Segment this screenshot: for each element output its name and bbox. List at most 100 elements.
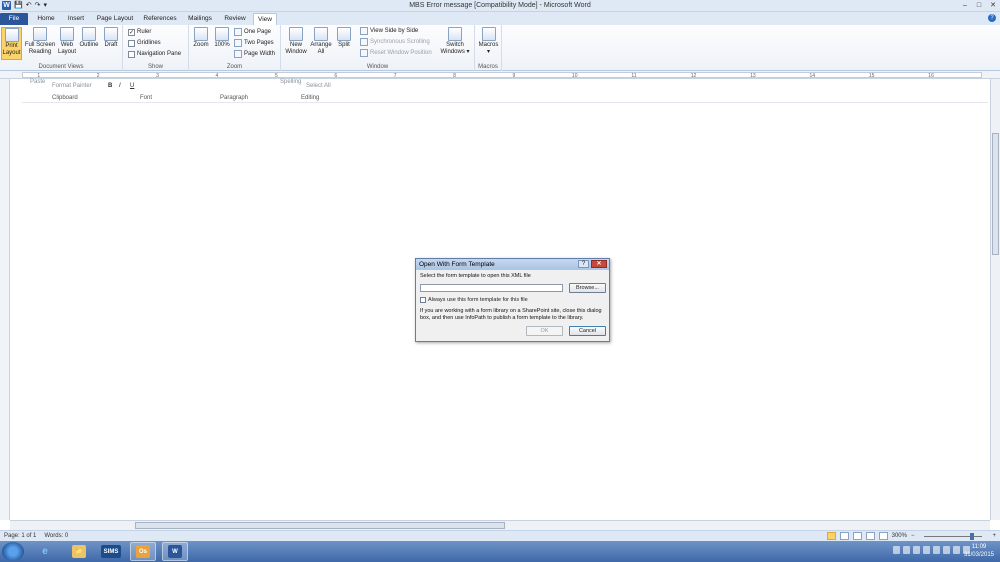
macros-button[interactable]: Macros ▾ — [478, 27, 499, 56]
taskbar: e 📁 SIMS Os W 11:09 31/03/2015 — [0, 541, 1000, 562]
full-screen-reading-button[interactable]: Full Screen Reading — [24, 27, 56, 56]
page-width-button[interactable]: Page Width — [234, 49, 275, 59]
tray-antivirus-icon[interactable] — [923, 546, 930, 554]
vertical-scrollbar[interactable] — [990, 79, 1000, 520]
tab-review[interactable]: Review — [221, 13, 249, 25]
minimize-button[interactable]: – — [958, 0, 972, 11]
macros-icon — [481, 27, 496, 41]
draft-button[interactable]: Draft — [101, 27, 121, 49]
web-layout-view-icon[interactable] — [852, 532, 862, 540]
reset-window-position-label: Reset Window Position — [370, 50, 432, 56]
maximize-button[interactable]: □ — [972, 0, 986, 11]
horizontal-scrollbar[interactable] — [10, 520, 990, 530]
zoom-out-icon[interactable]: − — [911, 531, 915, 541]
horizontal-ruler[interactable]: 1 2 3 4 5 6 7 8 9 10 11 12 13 14 15 16 — [0, 71, 1000, 79]
one-page-icon — [234, 28, 242, 36]
window-label: Window — [366, 64, 389, 70]
taskbar-internet-explorer[interactable]: e — [32, 542, 58, 561]
reset-window-position-icon — [360, 49, 368, 57]
draft-view-icon[interactable] — [878, 532, 888, 540]
tab-file[interactable]: File — [0, 13, 28, 25]
reset-window-position-button[interactable]: Reset Window Position — [360, 48, 432, 58]
tab-view[interactable]: View — [253, 13, 277, 25]
taskbar-outlook[interactable]: Os — [130, 542, 156, 561]
tray-sync-icon[interactable] — [953, 546, 960, 554]
macros-button-label: Macros ▾ — [478, 42, 499, 55]
open-with-form-template-dialog: Open With Form Template ? ✕ Select the f… — [415, 258, 610, 342]
view-side-by-side-icon — [360, 27, 368, 35]
outline-view-icon[interactable] — [865, 532, 875, 540]
two-pages-button[interactable]: Two Pages — [234, 38, 274, 48]
outline-button[interactable]: Outline — [78, 27, 100, 49]
folder-icon: 📁 — [72, 545, 86, 558]
always-use-checkbox[interactable]: Always use this form template for this f… — [420, 297, 528, 303]
zoom-button[interactable]: Zoom — [192, 27, 210, 49]
tab-insert[interactable]: Insert — [62, 13, 90, 25]
browse-button[interactable]: Browse... — [569, 283, 606, 293]
group-zoom: Zoom 100% One Page Two Pages Page Width … — [189, 25, 281, 71]
system-tray — [893, 546, 970, 554]
view-side-by-side-button[interactable]: View Side by Side — [360, 26, 418, 36]
ruler-checkbox[interactable]: ✓ Ruler — [128, 27, 151, 37]
tab-page-layout[interactable]: Page Layout — [94, 13, 136, 25]
word-count[interactable]: Words: 0 — [44, 531, 68, 541]
ghost-italic: I — [119, 83, 121, 89]
print-layout-button[interactable]: Print Layout — [1, 27, 22, 60]
form-template-path-input[interactable] — [420, 284, 563, 292]
zoom-level[interactable]: 300% — [892, 531, 907, 541]
tray-volume-icon[interactable] — [913, 546, 920, 554]
full-screen-view-icon[interactable] — [839, 532, 849, 540]
tray-network-icon[interactable] — [903, 546, 910, 554]
cancel-button[interactable]: Cancel — [569, 326, 606, 336]
taskbar-word[interactable]: W — [162, 542, 188, 561]
taskbar-sims[interactable]: SIMS — [98, 542, 124, 561]
taskbar-explorer[interactable]: 📁 — [66, 542, 92, 561]
switch-windows-button[interactable]: Switch Windows ▾ — [439, 27, 471, 56]
tab-references[interactable]: References — [141, 13, 179, 25]
clock-date: 31/03/2015 — [963, 552, 994, 558]
dialog-close-button[interactable]: ✕ — [591, 260, 607, 268]
synchronous-scrolling-button[interactable]: Synchronous Scrolling — [360, 37, 430, 47]
tray-flag-icon[interactable] — [893, 546, 900, 554]
tray-battery-icon[interactable] — [943, 546, 950, 554]
navigation-pane-checkbox[interactable]: Navigation Pane — [128, 49, 181, 59]
split-button[interactable]: Split — [335, 27, 353, 49]
print-layout-view-icon[interactable] — [826, 532, 836, 540]
ok-button[interactable]: OK — [526, 326, 563, 336]
dialog-info-text: If you are working with a form library o… — [420, 308, 602, 321]
arrange-all-label: Arrange All — [310, 42, 332, 55]
horizontal-scroll-thumb[interactable] — [135, 522, 505, 529]
tab-mailings[interactable]: Mailings — [183, 13, 217, 25]
ghost-paste: Paste — [30, 79, 46, 85]
one-page-button[interactable]: One Page — [234, 27, 271, 37]
new-window-button[interactable]: New Window — [284, 27, 308, 56]
start-button[interactable] — [2, 542, 24, 561]
outline-icon — [82, 27, 96, 41]
vertical-scroll-thumb[interactable] — [992, 133, 999, 255]
web-layout-button[interactable]: Web Layout — [57, 27, 77, 56]
two-pages-label: Two Pages — [244, 40, 274, 46]
ghost-font-label: Font — [140, 95, 153, 101]
group-window: New Window Arrange All Split View Side b… — [281, 25, 475, 71]
ghost-clipboard-label: Clipboard — [52, 95, 78, 101]
help-icon[interactable]: ? — [988, 14, 996, 22]
tray-update-icon[interactable] — [933, 546, 940, 554]
page-count[interactable]: Page: 1 of 1 — [4, 531, 36, 541]
ghost-select-all: Select All — [306, 83, 331, 89]
full-screen-reading-icon — [33, 27, 47, 41]
tab-home[interactable]: Home — [32, 13, 60, 25]
ruler-track: 1 2 3 4 5 6 7 8 9 10 11 12 13 14 15 16 — [22, 72, 982, 79]
zoom-slider-knob[interactable] — [970, 533, 975, 540]
taskbar-clock[interactable]: 11:09 31/03/2015 — [964, 543, 994, 559]
outlook-icon: Os — [136, 545, 150, 558]
zoom-in-icon[interactable]: + — [992, 531, 996, 541]
vertical-ruler[interactable] — [0, 79, 10, 520]
zoom-100-button[interactable]: 100% — [213, 27, 231, 49]
print-layout-label: Print Layout — [2, 43, 21, 56]
arrange-all-button[interactable]: Arrange All — [309, 27, 333, 56]
ghost-underline: U — [130, 83, 135, 89]
close-window-button[interactable]: ✕ — [986, 0, 1000, 11]
zoom-slider[interactable] — [918, 532, 988, 540]
gridlines-checkbox[interactable]: Gridlines — [128, 38, 161, 48]
dialog-help-button[interactable]: ? — [578, 260, 589, 268]
